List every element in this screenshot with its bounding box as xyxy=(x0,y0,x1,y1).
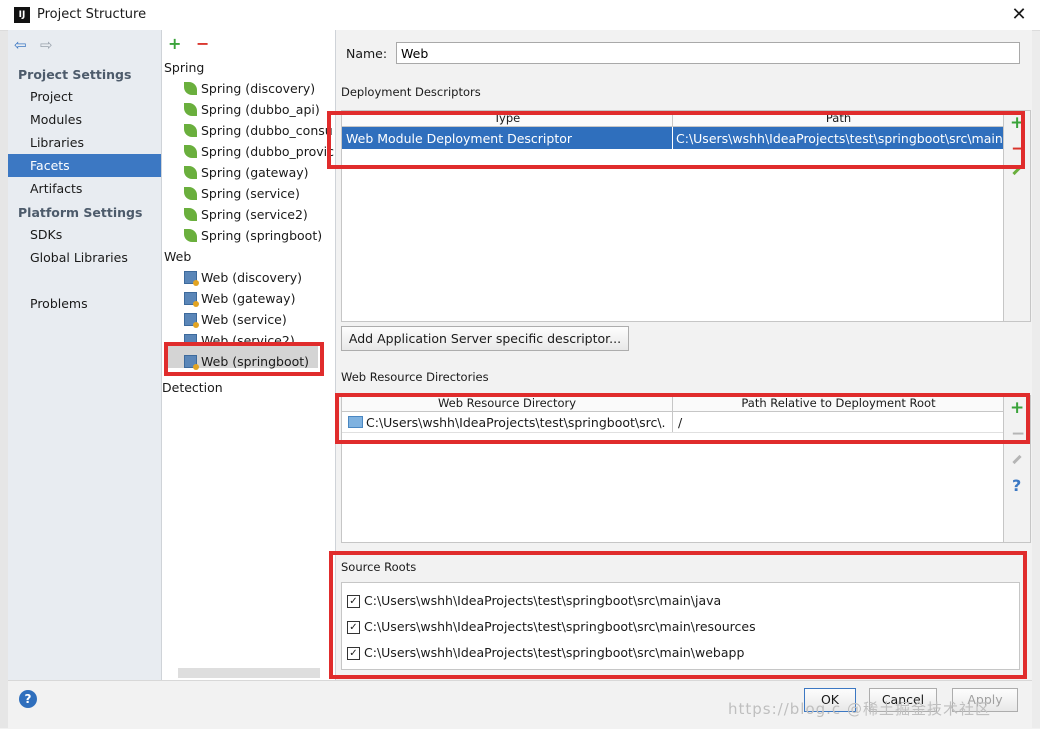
highlight-box-tree xyxy=(164,342,324,376)
add-icon[interactable]: + xyxy=(168,34,181,53)
tree-group-detection[interactable]: Detection xyxy=(162,380,223,395)
tree-item-spring-service2[interactable]: Spring (service2) xyxy=(184,207,308,222)
spring-leaf-icon xyxy=(184,208,197,221)
tree-item-spring-dubbo-consumer[interactable]: Spring (dubbo_consu xyxy=(184,123,333,138)
tree-item-spring-dubbo-provider[interactable]: Spring (dubbo_provic xyxy=(184,144,334,159)
edit-web-resource-icon[interactable] xyxy=(1012,454,1022,465)
tree-item-spring-dubbo-api[interactable]: Spring (dubbo_api) xyxy=(184,102,320,117)
tree-group-web[interactable]: Web xyxy=(164,249,191,264)
settings-sidebar: ⇦ ⇨ Project Settings Project Modules Lib… xyxy=(8,30,162,680)
deployment-descriptors-title: Deployment Descriptors xyxy=(341,85,481,99)
tree-item-spring-discovery[interactable]: Spring (discovery) xyxy=(184,81,315,96)
forward-arrow-icon[interactable]: ⇨ xyxy=(40,36,53,54)
sidebar-item-libraries[interactable]: Libraries xyxy=(30,135,84,150)
add-server-descriptor-button[interactable]: Add Application Server specific descript… xyxy=(341,326,629,351)
sidebar-item-artifacts[interactable]: Artifacts xyxy=(30,181,82,196)
intellij-icon: IJ xyxy=(14,7,30,23)
web-module-icon xyxy=(184,271,199,286)
spring-leaf-icon xyxy=(184,82,197,95)
spring-leaf-icon xyxy=(184,124,197,137)
title-bar: IJ Project Structure ✕ xyxy=(0,0,1040,31)
spring-leaf-icon xyxy=(184,145,197,158)
name-field[interactable] xyxy=(396,42,1020,64)
name-label: Name: xyxy=(346,46,388,61)
background-window-edge xyxy=(0,30,8,728)
spring-leaf-icon xyxy=(184,166,197,179)
highlight-box-source-roots xyxy=(329,551,1027,679)
web-module-icon xyxy=(184,313,199,328)
spring-leaf-icon xyxy=(184,103,197,116)
tree-item-web-gateway[interactable]: Web (gateway) xyxy=(184,291,295,307)
help-icon[interactable]: ? xyxy=(19,690,37,708)
remove-icon[interactable]: − xyxy=(196,34,209,53)
watermark: https://blog.c @稀土掘金技术社区 xyxy=(728,700,991,718)
highlight-box-deployment xyxy=(327,111,1025,169)
web-module-icon xyxy=(184,292,199,307)
sidebar-item-sdks[interactable]: SDKs xyxy=(30,227,62,242)
tree-item-web-service[interactable]: Web (service) xyxy=(184,312,287,328)
sidebar-item-modules[interactable]: Modules xyxy=(30,112,82,127)
tree-item-spring-springboot[interactable]: Spring (springboot) xyxy=(184,228,322,243)
back-arrow-icon[interactable]: ⇦ xyxy=(14,36,27,54)
horizontal-scrollbar[interactable] xyxy=(178,668,320,678)
spring-leaf-icon xyxy=(184,187,197,200)
highlight-box-web-resources xyxy=(335,393,1030,444)
platform-settings-header: Platform Settings xyxy=(18,205,143,220)
spring-leaf-icon xyxy=(184,229,197,242)
close-icon[interactable]: ✕ xyxy=(1008,4,1030,26)
project-settings-header: Project Settings xyxy=(18,67,132,82)
background-window-edge-right xyxy=(1032,30,1040,728)
sidebar-item-facets[interactable]: Facets xyxy=(30,158,70,173)
window-title: Project Structure xyxy=(37,7,147,22)
tree-item-web-discovery[interactable]: Web (discovery) xyxy=(184,270,302,286)
sidebar-item-project[interactable]: Project xyxy=(30,89,73,104)
tree-item-spring-service[interactable]: Spring (service) xyxy=(184,186,300,201)
help-icon[interactable]: ? xyxy=(1012,476,1021,495)
web-resource-directories-title: Web Resource Directories xyxy=(341,370,489,384)
tree-group-spring[interactable]: Spring xyxy=(164,60,204,75)
sidebar-item-problems[interactable]: Problems xyxy=(30,296,88,311)
sidebar-item-global-libraries[interactable]: Global Libraries xyxy=(30,250,128,265)
tree-item-spring-gateway[interactable]: Spring (gateway) xyxy=(184,165,309,180)
